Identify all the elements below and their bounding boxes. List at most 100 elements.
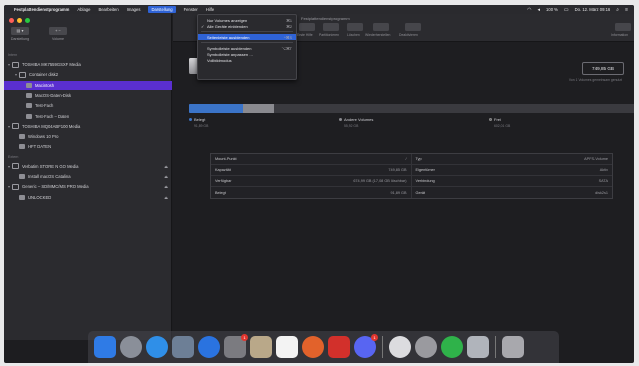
info-table-row: Belegt 91,89 GB Gerät disk2s1	[211, 187, 612, 198]
view-menu-item[interactable]: Seitenleiste ausblenden ^⌘S	[198, 34, 296, 40]
sidebar-disk-item[interactable]: ▾ Verbatim STORE N GO Media ⏏	[4, 162, 172, 171]
eject-icon[interactable]: ⏏	[164, 195, 168, 200]
sidebar-volume-item[interactable]: Install macOS Catalina ⏏	[4, 172, 172, 181]
volume-size-caption: Von 1 Volumes gemeinsam genutzt	[568, 78, 622, 82]
clock[interactable]: Do. 12. März 09:16	[575, 7, 611, 12]
safari-icon[interactable]	[146, 336, 168, 358]
screen: Festplattendienstprogramm Ablage Bearbei…	[4, 5, 634, 363]
info-value: Aktiv	[599, 168, 608, 172]
sidebar-item-label: HFT DATEN	[28, 144, 52, 150]
add-remove-icon: + −	[49, 27, 67, 35]
sidebar-volume-item[interactable]: MacOS-Daten-Disk	[4, 91, 172, 100]
info-label: Information	[611, 33, 628, 37]
sidebar-disk-item[interactable]: ▾ Generic – SD/MMC/MS PRO Media ⏏	[4, 182, 172, 191]
legend-free-dot	[489, 118, 492, 121]
hard-disk-icon	[12, 61, 19, 68]
info-cell: Gerät disk2s1	[412, 187, 613, 198]
view-menu-item[interactable]: Vollbildmodus	[198, 57, 296, 63]
discord-icon[interactable]: 1	[354, 334, 378, 358]
view-button-label: Darstellung	[10, 37, 30, 41]
usage-bar	[189, 104, 634, 113]
app-menu[interactable]: Festplattendienstprogramm	[14, 7, 69, 12]
search-icon[interactable]: ⌕	[616, 7, 619, 13]
menu-separator	[201, 42, 293, 43]
volume-icon[interactable]: ◂	[538, 7, 541, 13]
info-key: Verfügbar	[215, 179, 232, 183]
app-store-icon[interactable]	[198, 336, 220, 358]
volume-icon	[19, 174, 25, 179]
info-button[interactable]	[615, 23, 631, 31]
window-controls	[9, 18, 30, 23]
sidebar-disk-item[interactable]: ▾ TOSHIBA MK7559GSXF Media	[4, 60, 172, 69]
legend-used-dot	[189, 118, 192, 121]
checkmark-icon: ✓	[201, 23, 205, 29]
eject-icon[interactable]: ⏏	[164, 184, 168, 189]
menu-images[interactable]: Images	[127, 7, 141, 12]
finder-icon[interactable]	[94, 336, 116, 358]
menu-bearbeiten[interactable]: Bearbeiten	[98, 7, 118, 12]
menu-hilfe[interactable]: Hilfe	[206, 7, 214, 12]
battery-percent[interactable]: 100 %	[546, 7, 558, 12]
notification-badge: 1	[371, 334, 378, 341]
view-icon: ▤ ▾	[11, 27, 29, 35]
eject-icon[interactable]: ⏏	[164, 174, 168, 179]
sidebar-disk-item[interactable]: ▾ TOSHIBA MQ04ABF100 Media	[4, 122, 172, 131]
sidebar-item-label: Verbatim STORE N GO Media	[22, 163, 79, 169]
green-app-icon[interactable]	[441, 336, 463, 358]
sidebar-volume-item[interactable]: Windows 10 Pro	[4, 132, 172, 141]
info-cell: Verbindung SATA	[412, 176, 613, 186]
info-key: Kapazität	[215, 168, 231, 172]
sidebar-volume-item[interactable]: HFT DATEN	[4, 142, 172, 151]
dock: 11	[88, 331, 559, 363]
menu-item-label: Symbolleiste anpassen …	[207, 51, 254, 57]
info-value: 91,89 GB	[390, 190, 407, 195]
trash-icon[interactable]	[502, 336, 524, 358]
sidebar-disk-item[interactable]: ▾ Container disk2	[4, 70, 172, 79]
volume-button[interactable]: + − Volume	[46, 27, 70, 41]
view-menu-item[interactable]: ✓ Alle Geräte einblenden ⌘2	[198, 23, 296, 29]
eject-icon[interactable]: ⏏	[164, 164, 168, 169]
window-title: Festplattendienstprogramm	[301, 16, 350, 21]
menu-darstellung[interactable]: Darstellung	[148, 6, 176, 13]
erase-button[interactable]	[347, 23, 363, 31]
zoom-button[interactable]	[25, 18, 30, 23]
close-button[interactable]	[9, 18, 14, 23]
info-key: Verbindung	[415, 179, 435, 183]
firefox-icon[interactable]	[302, 336, 324, 358]
sidebar-item-label: Macintosh	[35, 82, 55, 88]
textedit-icon[interactable]	[276, 336, 298, 358]
volume-icon	[19, 194, 25, 200]
volume-icon	[26, 92, 32, 98]
sidebar-volume-item[interactable]: Test-Fach	[4, 101, 172, 110]
photo-booth-icon[interactable]	[172, 336, 194, 358]
menu-fenster[interactable]: Fenster	[184, 7, 198, 12]
menu-shortcut: ⌥⌘T	[281, 46, 293, 51]
control-center-icon[interactable]: ≡	[625, 7, 628, 13]
launchpad-icon[interactable]	[120, 336, 142, 358]
dvd-player-icon[interactable]	[415, 336, 437, 358]
menu-ablage[interactable]: Ablage	[77, 7, 90, 12]
sidebar-item-label: MacOS-Daten-Disk	[35, 92, 72, 98]
sidebar-volume-item[interactable]: UNLOCKED ⏏	[4, 193, 172, 202]
first-aid-button[interactable]	[299, 23, 315, 31]
arrow-app-icon[interactable]	[328, 336, 350, 358]
unmount-button[interactable]	[405, 23, 421, 31]
sidebar-volume-item[interactable]: Test-Fach – Daten	[4, 112, 172, 121]
wifi-icon[interactable]: ◠	[527, 7, 531, 13]
view-button[interactable]: ▤ ▾ Darstellung	[8, 27, 32, 41]
messages-icon[interactable]	[389, 336, 411, 358]
partition-button[interactable]	[323, 23, 339, 31]
sidebar-item-label: Test-Fach – Daten	[35, 113, 70, 119]
sidebar-volume-item[interactable]: Macintosh	[4, 80, 172, 90]
minimize-button[interactable]	[17, 18, 22, 23]
restore-button[interactable]	[373, 23, 389, 31]
sidebar-item-label: Test-Fach	[35, 103, 54, 109]
menu-shortcut: ⌘1	[286, 18, 292, 23]
downloads-icon[interactable]	[467, 336, 489, 358]
legend-other-dot	[339, 118, 342, 121]
sidebar-item-label: Container disk2	[29, 72, 59, 78]
sidebar-item-label: UNLOCKED	[28, 194, 52, 200]
system-preferences-icon[interactable]: 1	[224, 334, 248, 358]
battery-icon[interactable]: ▭	[564, 7, 569, 13]
disk-utility-icon[interactable]	[250, 336, 272, 358]
